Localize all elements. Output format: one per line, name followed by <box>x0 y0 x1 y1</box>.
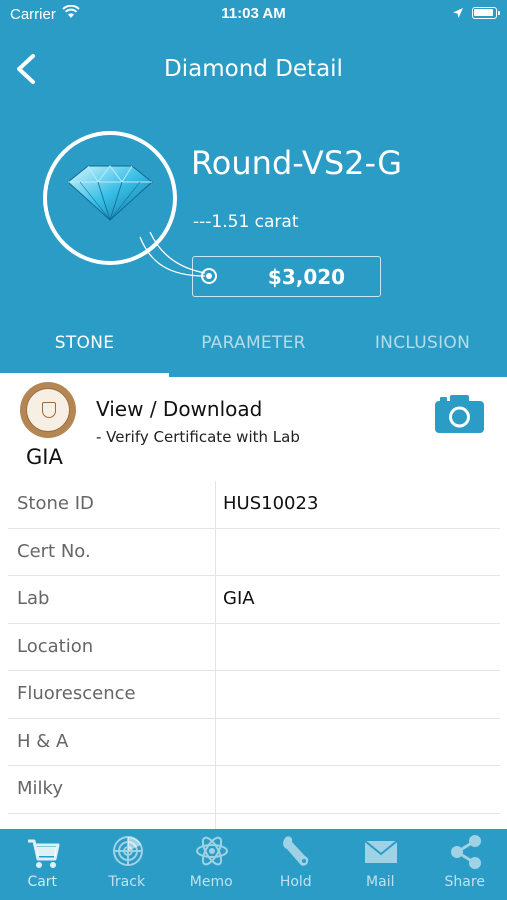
row-label: Stone ID <box>17 493 94 514</box>
tabbar-share[interactable]: Share <box>423 829 507 900</box>
share-icon <box>450 835 481 869</box>
table-row: H & A <box>8 718 500 766</box>
price-value: $3,020 <box>267 265 346 289</box>
radar-icon <box>112 836 143 866</box>
row-value: HUS10023 <box>223 493 319 514</box>
table-row: Milky <box>8 766 500 814</box>
row-label: Location <box>17 635 94 657</box>
column-divider <box>215 766 216 813</box>
tabbar-label: Hold <box>279 874 312 890</box>
detail-header: Carrier 11:03 AM Diamond Detail Round-VS… <box>0 0 507 377</box>
carat-weight: ---1.51 carat <box>193 212 299 232</box>
column-divider <box>215 718 216 765</box>
tab-stone[interactable]: STONE <box>0 320 169 377</box>
wrench-icon <box>282 836 308 866</box>
row-value: GIA <box>223 588 255 609</box>
atom-icon <box>196 836 228 866</box>
tabbar-hold[interactable]: Hold <box>254 829 339 900</box>
lab-name: GIA <box>26 445 63 469</box>
tab-inclusion[interactable]: INCLUSION <box>338 320 507 377</box>
table-row: Location <box>8 623 500 671</box>
mail-icon <box>364 840 398 863</box>
row-label: H & A <box>17 730 69 752</box>
stone-details-table: Stone ID HUS10023 Cert No. Lab GIA Locat… <box>8 481 500 834</box>
row-label: Cert No. <box>17 540 91 562</box>
tabbar-track[interactable]: Track <box>85 829 170 900</box>
tag-ring-icon <box>201 268 217 284</box>
gia-seal-logo <box>20 382 76 438</box>
diamond-image <box>67 165 153 222</box>
bottom-tab-bar: Cart Track Memo Hold Mail Share <box>0 829 507 900</box>
certificate-section: GIA View / Download - Verify Certificate… <box>0 377 507 481</box>
tabbar-label: Share <box>444 874 485 890</box>
tabbar-label: Track <box>108 874 146 890</box>
stone-name: Round-VS2-G <box>191 144 402 182</box>
table-row: Cert No. <box>8 528 500 576</box>
table-row: Lab GIA <box>8 576 500 624</box>
column-divider <box>215 671 216 718</box>
table-row: Fluorescence <box>8 671 500 719</box>
tabbar-cart[interactable]: Cart <box>0 829 85 900</box>
column-divider <box>215 481 216 528</box>
column-divider <box>215 528 216 575</box>
camera-icon[interactable] <box>435 395 484 433</box>
tabbar-mail[interactable]: Mail <box>338 829 423 900</box>
row-label: Lab <box>17 588 50 609</box>
table-row: Stone ID HUS10023 <box>8 481 500 529</box>
column-divider <box>215 623 216 670</box>
price-tag: $3,020 <box>192 256 381 297</box>
row-label: Fluorescence <box>17 683 136 704</box>
tab-label: INCLUSION <box>374 333 471 353</box>
tab-label: PARAMETER <box>201 333 306 353</box>
row-label: Milky <box>17 778 63 799</box>
tabbar-label: Memo <box>189 874 233 890</box>
column-divider <box>215 576 216 623</box>
cart-icon <box>28 839 60 868</box>
verify-certificate-text: - Verify Certificate with Lab <box>96 428 300 446</box>
tab-parameter[interactable]: PARAMETER <box>169 320 338 377</box>
view-download-link[interactable]: View / Download <box>96 397 262 421</box>
tabbar-label: Mail <box>366 874 395 890</box>
diamond-thumbnail[interactable] <box>43 131 177 265</box>
detail-tabs: STONE PARAMETER INCLUSION <box>0 320 507 377</box>
tabbar-label: Cart <box>27 874 58 890</box>
tabbar-memo[interactable]: Memo <box>169 829 254 900</box>
tab-label: STONE <box>54 333 115 353</box>
